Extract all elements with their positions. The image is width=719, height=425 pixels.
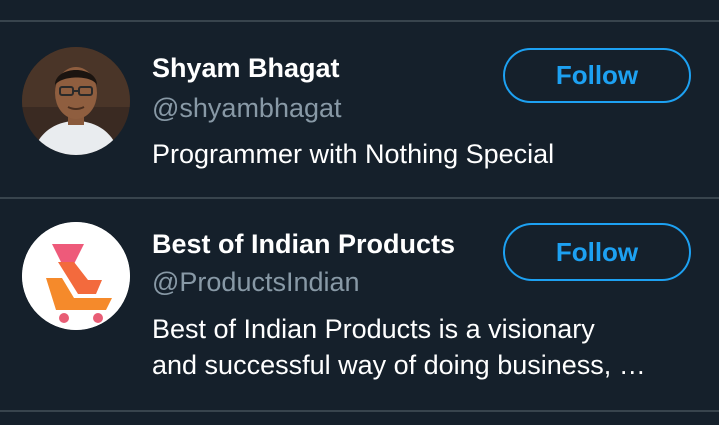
bio-line: Programmer with Nothing Special xyxy=(152,139,555,169)
person-avatar-image xyxy=(22,47,130,155)
user-row-shyam-bhagat[interactable]: Shyam Bhagat @shyambhagat Programmer wit… xyxy=(0,22,719,197)
user-bio: Programmer with Nothing Special xyxy=(152,136,702,172)
user-bio: Best of Indian Products is a visionary a… xyxy=(152,311,702,383)
follow-button[interactable]: Follow xyxy=(503,48,691,103)
user-handle: @shyambhagat xyxy=(152,93,342,123)
cart-logo-icon xyxy=(22,222,130,330)
who-to-follow-list: Shyam Bhagat @shyambhagat Programmer wit… xyxy=(0,0,719,425)
display-name[interactable]: Best of Indian Products xyxy=(152,228,455,260)
user-row-best-of-indian-products[interactable]: Best of Indian Products @ProductsIndian … xyxy=(0,199,719,411)
divider xyxy=(0,410,719,412)
bio-line: and successful way of doing business, … xyxy=(152,350,646,380)
avatar[interactable] xyxy=(22,222,130,330)
display-name[interactable]: Shyam Bhagat xyxy=(152,52,340,84)
follow-button[interactable]: Follow xyxy=(503,223,691,281)
avatar[interactable] xyxy=(22,47,130,155)
user-handle: @ProductsIndian xyxy=(152,267,360,297)
bio-line: Best of Indian Products is a visionary xyxy=(152,314,595,344)
